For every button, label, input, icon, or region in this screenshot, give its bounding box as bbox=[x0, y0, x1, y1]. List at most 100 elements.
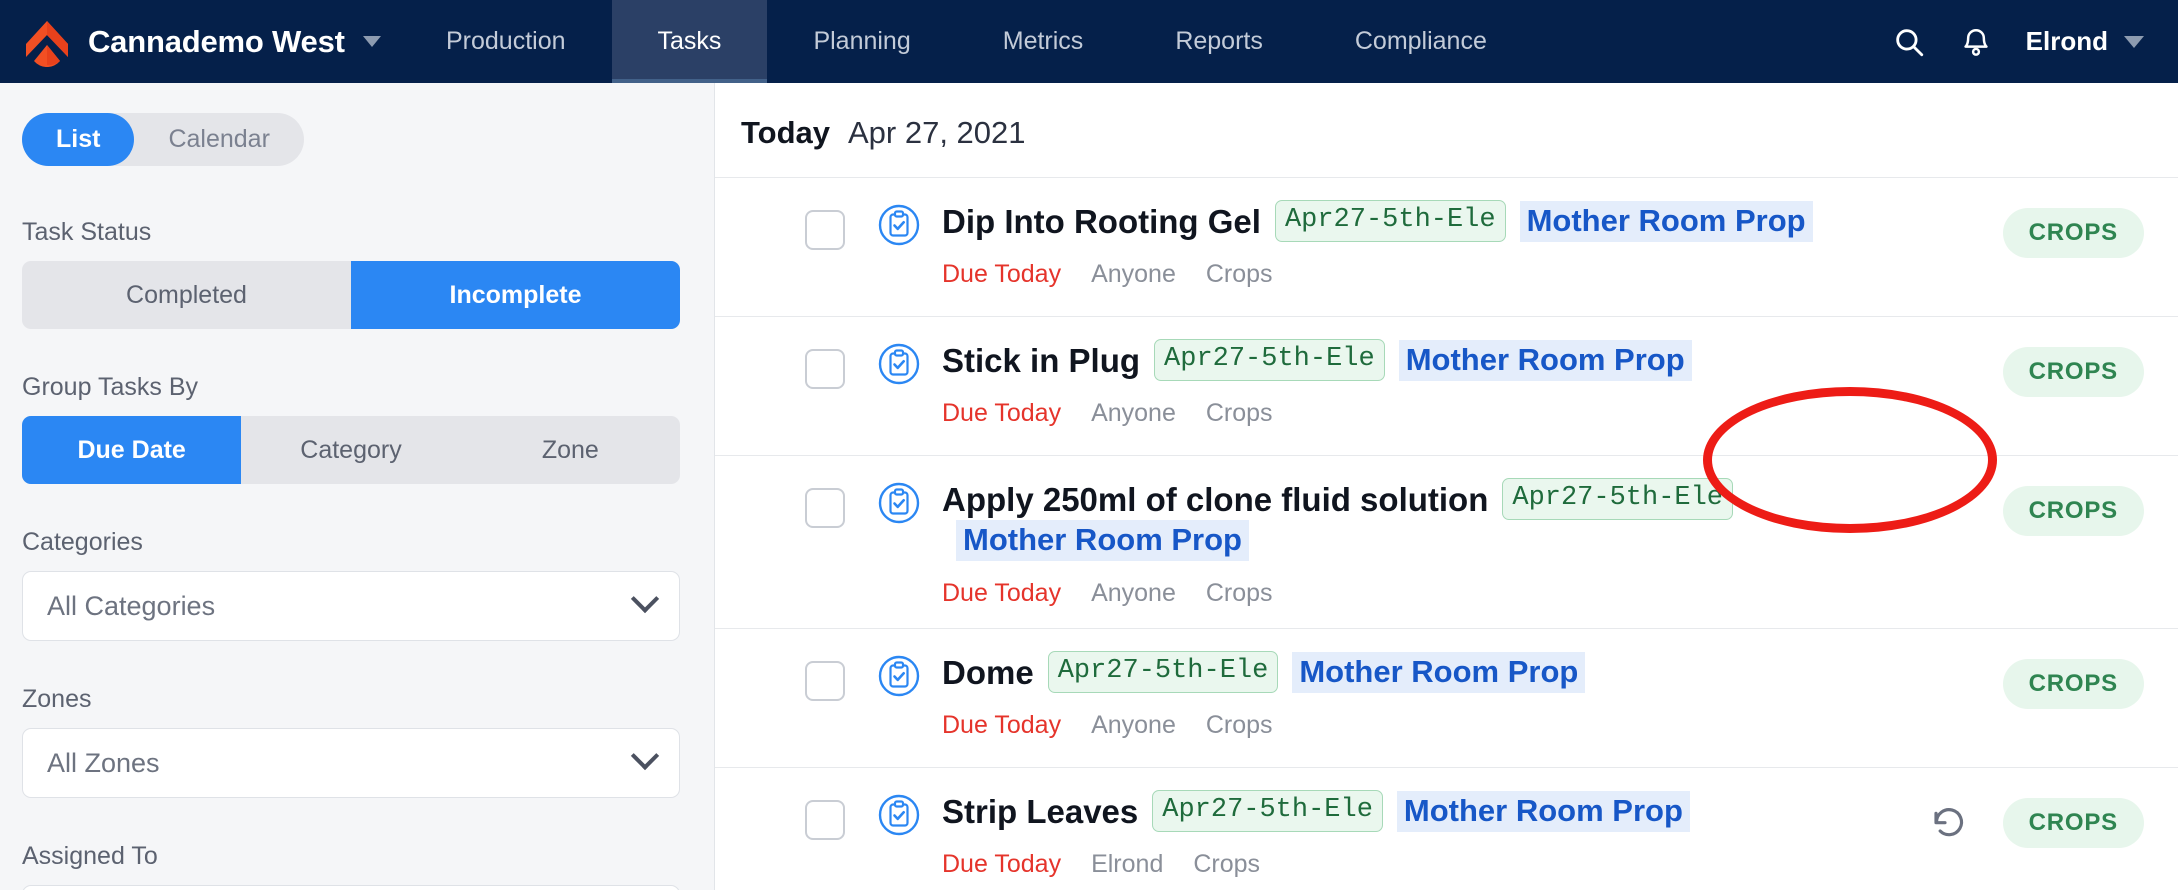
day-date: Apr 27, 2021 bbox=[848, 115, 1026, 150]
zones-select[interactable]: All Zones bbox=[22, 728, 680, 798]
task-assignee: Anyone bbox=[1091, 399, 1176, 427]
task-meta-line: Due Today Anyone Crops bbox=[942, 401, 2003, 426]
task-primary-line: Apply 250ml of clone fluid solution Apr2… bbox=[942, 478, 2003, 561]
clipboard-check-icon bbox=[878, 794, 920, 841]
task-batch-tag[interactable]: Apr27-5th-Ele bbox=[1274, 200, 1506, 242]
view-mode-calendar[interactable]: Calendar bbox=[134, 113, 303, 166]
task-due-label: Due Today bbox=[942, 579, 1062, 607]
task-row-actions: CROPS bbox=[1929, 790, 2144, 848]
task-zone-link[interactable]: Mother Room Prop bbox=[1519, 200, 1813, 242]
chevron-down-icon[interactable] bbox=[362, 36, 381, 47]
group-by-category[interactable]: Category bbox=[241, 416, 460, 484]
task-title: Dome bbox=[942, 653, 1034, 691]
tab-planning[interactable]: Planning bbox=[767, 0, 956, 83]
assigned-to-label: Assigned To bbox=[22, 842, 158, 870]
task-category: Crops bbox=[1205, 260, 1273, 288]
task-primary-line: Stick in Plug Apr27-5th-Ele Mother Room … bbox=[942, 339, 2003, 381]
task-assignee: Anyone bbox=[1091, 711, 1176, 739]
chevron-down-icon bbox=[630, 741, 660, 771]
task-row[interactable]: Stick in Plug Apr27-5th-Ele Mother Room … bbox=[715, 317, 2178, 456]
app-shell: List Calendar Task Status Completed Inco… bbox=[0, 83, 2178, 890]
categories-label: Categories bbox=[22, 528, 143, 556]
task-body: Dip Into Rooting Gel Apr27-5th-Ele Mothe… bbox=[942, 200, 2003, 287]
bell-icon[interactable] bbox=[1960, 25, 1992, 59]
task-row-actions: CROPS bbox=[2002, 339, 2144, 397]
task-meta-line: Due Today Anyone Crops bbox=[942, 713, 2003, 738]
repeat-rotate-icon[interactable] bbox=[1929, 803, 1969, 843]
task-zone-link[interactable]: Mother Room Prop bbox=[1292, 651, 1586, 693]
assigned-to-select[interactable]: All Employees bbox=[22, 885, 680, 890]
task-body: Dome Apr27-5th-Ele Mother Room Prop Due … bbox=[942, 651, 2003, 738]
task-list-panel: Today Apr 27, 2021 Dip Into Rooting Gel … bbox=[715, 83, 2178, 890]
group-tasks-by-label: Group Tasks By bbox=[22, 373, 199, 401]
tab-compliance[interactable]: Compliance bbox=[1309, 0, 1533, 83]
group-by-due-date[interactable]: Due Date bbox=[22, 416, 242, 484]
task-due-label: Due Today bbox=[942, 399, 1062, 427]
task-title: Dip Into Rooting Gel bbox=[942, 202, 1261, 240]
task-batch-tag[interactable]: Apr27-5th-Ele bbox=[1502, 478, 1734, 520]
brand-selector[interactable]: Cannademo West bbox=[0, 0, 400, 83]
task-zone-link[interactable]: Mother Room Prop bbox=[956, 520, 1249, 561]
task-row-actions: CROPS bbox=[2002, 200, 2144, 258]
brand-name: Cannademo West bbox=[88, 23, 345, 59]
day-today-label: Today bbox=[741, 115, 830, 150]
task-primary-line: Strip Leaves Apr27-5th-Ele Mother Room P… bbox=[942, 790, 1929, 832]
task-row[interactable]: Strip Leaves Apr27-5th-Ele Mother Room P… bbox=[715, 768, 2178, 890]
task-status-completed[interactable]: Completed bbox=[22, 261, 351, 329]
task-complete-checkbox[interactable] bbox=[805, 210, 845, 250]
chevron-down-icon bbox=[630, 584, 660, 614]
user-name: Elrond bbox=[2025, 26, 2108, 56]
task-primary-line: Dip Into Rooting Gel Apr27-5th-Ele Mothe… bbox=[942, 200, 2003, 242]
task-category: Crops bbox=[1205, 399, 1273, 427]
categories-select[interactable]: All Categories bbox=[22, 571, 680, 641]
task-row[interactable]: Dip Into Rooting Gel Apr27-5th-Ele Mothe… bbox=[715, 178, 2178, 317]
task-row-actions: CROPS bbox=[2002, 651, 2144, 709]
task-row[interactable]: Apply 250ml of clone fluid solution Apr2… bbox=[715, 456, 2178, 629]
task-body: Strip Leaves Apr27-5th-Ele Mother Room P… bbox=[942, 790, 1929, 877]
tab-production[interactable]: Production bbox=[400, 0, 612, 83]
task-zone-link[interactable]: Mother Room Prop bbox=[1398, 339, 1692, 381]
chevron-down-icon bbox=[2124, 35, 2144, 48]
task-title: Apply 250ml of clone fluid solution bbox=[942, 480, 1489, 518]
task-meta-line: Due Today Elrond Crops bbox=[942, 852, 1929, 877]
task-row-actions: CROPS bbox=[2002, 478, 2144, 536]
group-tasks-by-toggle: Due Date Category Zone bbox=[22, 416, 680, 484]
task-batch-tag[interactable]: Apr27-5th-Ele bbox=[1047, 651, 1279, 693]
tab-metrics[interactable]: Metrics bbox=[957, 0, 1130, 83]
search-icon[interactable] bbox=[1892, 25, 1926, 59]
task-due-label: Due Today bbox=[942, 850, 1062, 878]
task-batch-tag[interactable]: Apr27-5th-Ele bbox=[1152, 790, 1383, 832]
task-title: Strip Leaves bbox=[942, 792, 1139, 830]
task-batch-tag[interactable]: Apr27-5th-Ele bbox=[1154, 339, 1385, 381]
task-complete-checkbox[interactable] bbox=[805, 800, 845, 840]
clipboard-check-icon bbox=[878, 655, 920, 702]
task-status-label: Task Status bbox=[22, 218, 152, 246]
task-assignee: Anyone bbox=[1091, 579, 1176, 607]
task-status-toggle: Completed Incomplete bbox=[22, 261, 680, 329]
group-by-zone[interactable]: Zone bbox=[461, 416, 680, 484]
view-mode-list[interactable]: List bbox=[22, 113, 135, 166]
task-complete-checkbox[interactable] bbox=[805, 488, 845, 528]
task-body: Stick in Plug Apr27-5th-Ele Mother Room … bbox=[942, 339, 2003, 426]
view-mode-toggle: List Calendar bbox=[22, 113, 304, 166]
task-assignee: Anyone bbox=[1091, 260, 1176, 288]
filters-sidebar: List Calendar Task Status Completed Inco… bbox=[0, 83, 715, 890]
task-due-label: Due Today bbox=[942, 711, 1062, 739]
clipboard-check-icon bbox=[878, 204, 920, 251]
user-menu[interactable]: Elrond bbox=[2026, 26, 2144, 57]
task-complete-checkbox[interactable] bbox=[805, 661, 845, 701]
task-list: Dip Into Rooting Gel Apr27-5th-Ele Mothe… bbox=[715, 178, 2178, 890]
cannabis-chevron-logo-icon bbox=[22, 17, 72, 67]
task-zone-link[interactable]: Mother Room Prop bbox=[1396, 790, 1690, 832]
task-row[interactable]: Dome Apr27-5th-Ele Mother Room Prop Due … bbox=[715, 629, 2178, 768]
task-due-label: Due Today bbox=[942, 260, 1062, 288]
task-complete-checkbox[interactable] bbox=[805, 349, 845, 389]
status-badge: CROPS bbox=[2002, 798, 2144, 848]
tab-reports[interactable]: Reports bbox=[1129, 0, 1309, 83]
tab-tasks[interactable]: Tasks bbox=[611, 0, 768, 83]
task-meta-line: Due Today Anyone Crops bbox=[942, 262, 2003, 287]
task-status-incomplete[interactable]: Incomplete bbox=[351, 261, 680, 329]
status-badge: CROPS bbox=[2002, 486, 2144, 536]
task-category: Crops bbox=[1205, 711, 1273, 739]
status-badge: CROPS bbox=[2002, 347, 2144, 397]
